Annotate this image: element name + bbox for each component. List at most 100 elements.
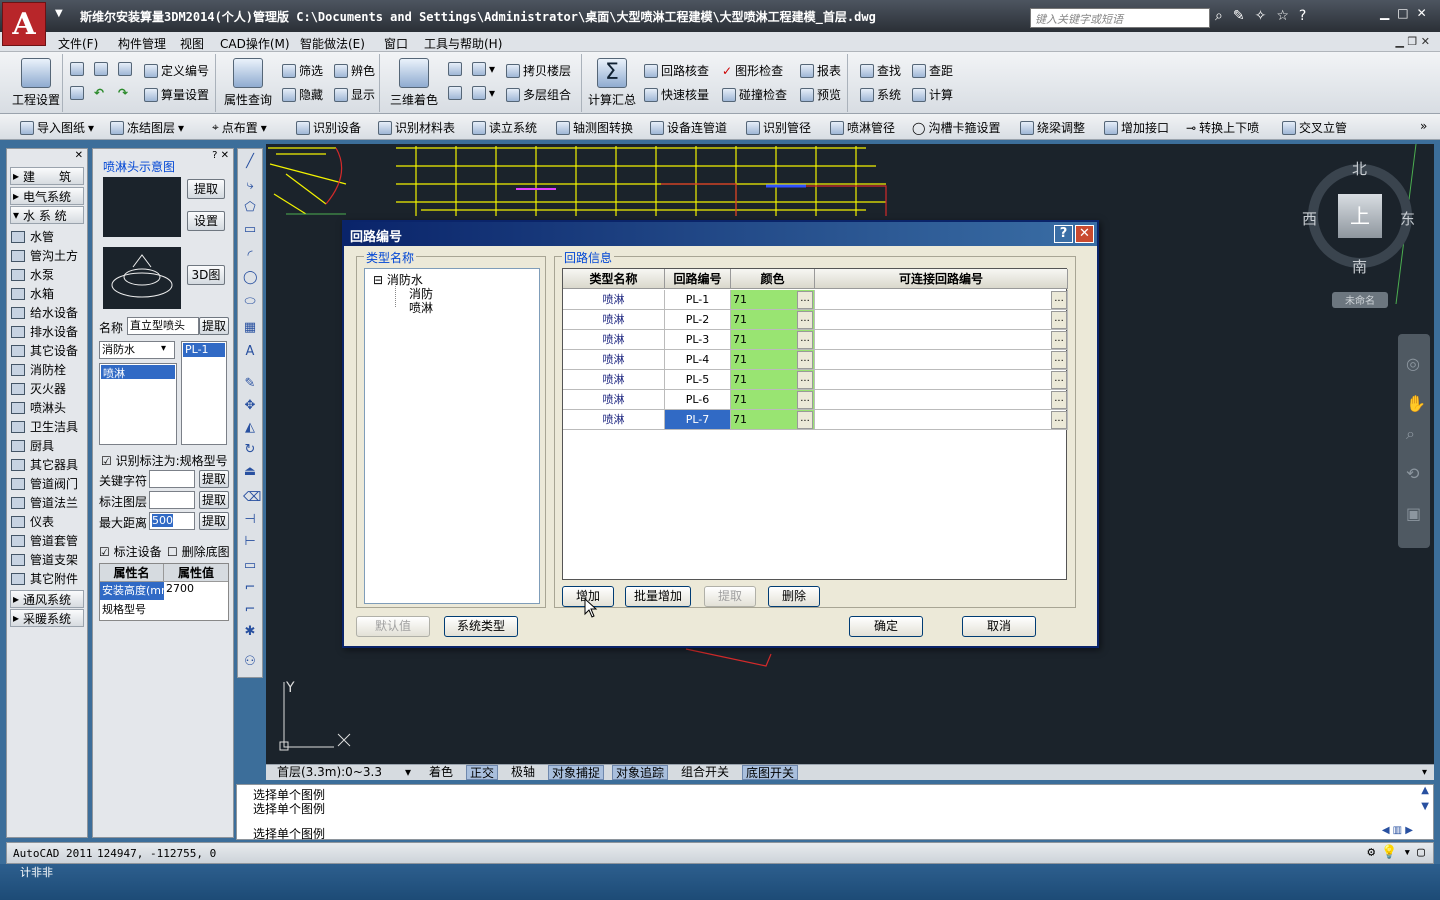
freeze-layer-button[interactable]: 冻结图层 ▾ [110, 119, 184, 136]
ellipsis-button[interactable]: ... [1051, 351, 1067, 369]
category-water[interactable]: ▾ 水 系 统 [10, 206, 84, 224]
cell-connect[interactable] [815, 410, 1068, 430]
add-interface-button[interactable]: 增加接口 [1104, 119, 1169, 136]
loop-check-button[interactable]: 回路核查 [644, 62, 709, 79]
menu-view[interactable]: 视图 [180, 35, 204, 52]
ellipsis-button[interactable]: ... [1051, 331, 1067, 349]
item-meter[interactable]: 仪表 [11, 513, 54, 530]
text-a-icon[interactable] [70, 86, 84, 100]
ellipsis-button[interactable]: ... [797, 411, 813, 429]
ellipsis-button[interactable]: ... [797, 291, 813, 309]
zoom-icon[interactable]: ⌕ [1406, 424, 1415, 444]
convert-spray-button[interactable]: ⊸ 转换上下喷 [1186, 119, 1259, 136]
attr-query-button[interactable]: 属性查询 [224, 58, 272, 108]
item-hydrant[interactable]: 消防栓 [11, 361, 66, 378]
binoculars-icon[interactable]: ⌕ [1215, 8, 1223, 24]
item-valve[interactable]: 管道阀门 [11, 475, 78, 492]
redo-icon[interactable]: ↷ [118, 86, 128, 100]
cell-connect[interactable] [815, 370, 1068, 390]
cell-connect[interactable] [815, 330, 1068, 350]
point-layout-button[interactable]: ⌖ 点布置 ▾ [212, 119, 267, 136]
scroll-horizontal[interactable]: ◀ ▥ ▶ [1382, 825, 1413, 836]
circle-icon[interactable]: ◯ [243, 271, 258, 285]
cell-connect[interactable] [815, 350, 1068, 370]
layer-input[interactable] [149, 491, 195, 509]
steering-wheel-icon[interactable]: ◎ [1406, 354, 1420, 373]
new-file-icon[interactable] [70, 62, 84, 76]
ellipsis-button[interactable]: ... [797, 311, 813, 329]
read-riser-button[interactable]: 读立系统 [472, 119, 537, 136]
item-flange[interactable]: 管道法兰 [11, 494, 78, 511]
settings-button[interactable]: 设置 [187, 211, 225, 231]
lightbulb-icon[interactable]: 💡 [1381, 845, 1397, 860]
cell-type[interactable]: 喷淋 [563, 390, 665, 410]
preview-button[interactable]: 预览 [800, 86, 841, 103]
navigation-bar[interactable]: ◎ ✋ ⌕ ⟲ ▣ [1398, 334, 1430, 548]
type-list-item[interactable]: 喷淋 [101, 365, 175, 380]
view-box-icon[interactable]: ▾ [472, 62, 495, 76]
identify-checkbox[interactable]: ☑ 识别标注为:规格型号 [101, 452, 228, 469]
cell-loop[interactable]: PL-2 [665, 310, 731, 330]
clean-screen-icon[interactable]: ▢ [1417, 845, 1425, 860]
item-sprinkler[interactable]: 喷淋头 [11, 399, 66, 416]
groove-clamp-button[interactable]: ◯ 沟槽卡箍设置 [912, 119, 1000, 136]
toggle-base-drawing[interactable]: 底图开关 [742, 765, 799, 780]
batch-add-button[interactable]: 批量增加 [625, 586, 691, 607]
showmotion-icon[interactable]: ▣ [1406, 504, 1421, 523]
menu-cad[interactable]: CAD操作(M) [220, 35, 290, 52]
cell-type[interactable]: 喷淋 [563, 310, 665, 330]
menu-window[interactable]: 窗口 [384, 35, 408, 52]
ellipsis-button[interactable]: ... [1051, 311, 1067, 329]
pencil-icon[interactable]: ✎ [243, 377, 257, 391]
col-header-connect[interactable]: 可连接回路编号 [815, 269, 1068, 289]
calc-settings-button[interactable]: 算量设置 [144, 86, 209, 103]
item-sanitary[interactable]: 卫生洁具 [11, 418, 78, 435]
loop-list-item[interactable]: PL-1 [183, 343, 225, 357]
sprinkler-diameter-button[interactable]: 喷淋管径 [830, 119, 895, 136]
beam-adjust-button[interactable]: 绕梁调整 [1020, 119, 1085, 136]
menu-smart[interactable]: 智能做法(E) [300, 35, 365, 52]
mirror-icon[interactable]: ◭ [243, 421, 257, 435]
system-type-button[interactable]: 系统类型 [444, 616, 518, 637]
ellipsis-button[interactable]: ... [797, 391, 813, 409]
orbit-icon[interactable]: ⟲ [1406, 464, 1419, 483]
scale-icon[interactable]: ⏏ [243, 465, 257, 479]
item-drain-device[interactable]: 排水设备 [11, 323, 78, 340]
cell-loop[interactable]: PL-3 [665, 330, 731, 350]
axonometric-button[interactable]: 轴测图转换 [556, 119, 633, 136]
ellipsis-button[interactable]: ... [1051, 371, 1067, 389]
item-other-fixture[interactable]: 其它器具 [11, 456, 78, 473]
system-button[interactable]: 系统 [860, 86, 901, 103]
menu-file[interactable]: 文件(F) [58, 35, 98, 52]
show-button[interactable]: 显示 [334, 86, 375, 103]
cell-connect[interactable] [815, 310, 1068, 330]
attr-row-name[interactable]: 安装高度(mm) [100, 582, 164, 600]
toggle-polar[interactable]: 极轴 [508, 765, 538, 780]
category-electrical[interactable]: ▸ 电气系统 [10, 187, 84, 205]
menu-component[interactable]: 构件管理 [118, 35, 166, 52]
keyword-input[interactable] [149, 470, 195, 488]
copy-floor-button[interactable]: 拷贝楼层 [506, 62, 571, 79]
polyline-icon[interactable]: ⤷ [243, 179, 257, 193]
close-icon[interactable]: ✕ [1417, 6, 1427, 20]
identify-material-button[interactable]: 识别材料表 [378, 119, 455, 136]
item-supply-device[interactable]: 给水设备 [11, 304, 78, 321]
floor-select[interactable]: 首层(3.3m):0~3.3 ▾ [274, 765, 414, 780]
tray-arrow-icon[interactable]: ▾ [1403, 845, 1411, 860]
wrench-icon[interactable]: ✎ [1233, 8, 1245, 24]
rectangle-icon[interactable]: ▭ [243, 223, 257, 237]
mdi-window-controls[interactable]: ▁ ❐ ✕ [1395, 35, 1430, 48]
identify-diameter-button[interactable]: 识别管径 [746, 119, 811, 136]
move-icon[interactable]: ✥ [243, 399, 257, 413]
app-logo[interactable]: A [2, 2, 46, 46]
col-header-type[interactable]: 类型名称 [563, 269, 665, 289]
extract-button[interactable]: 提取 [187, 179, 225, 199]
pan-hand-icon[interactable]: ✋ [1406, 394, 1426, 413]
cell-loop[interactable]: PL-6 [665, 390, 731, 410]
tree-node-sprinkler[interactable]: 喷淋 [409, 299, 433, 316]
cell-type[interactable]: 喷淋 [563, 290, 665, 310]
ellipsis-button[interactable]: ... [1051, 391, 1067, 409]
extend-icon[interactable]: ⊢ [243, 535, 257, 549]
scroll-down-icon[interactable]: ▼ [1421, 801, 1429, 812]
toolbar-overflow-icon[interactable]: » [1420, 119, 1427, 133]
